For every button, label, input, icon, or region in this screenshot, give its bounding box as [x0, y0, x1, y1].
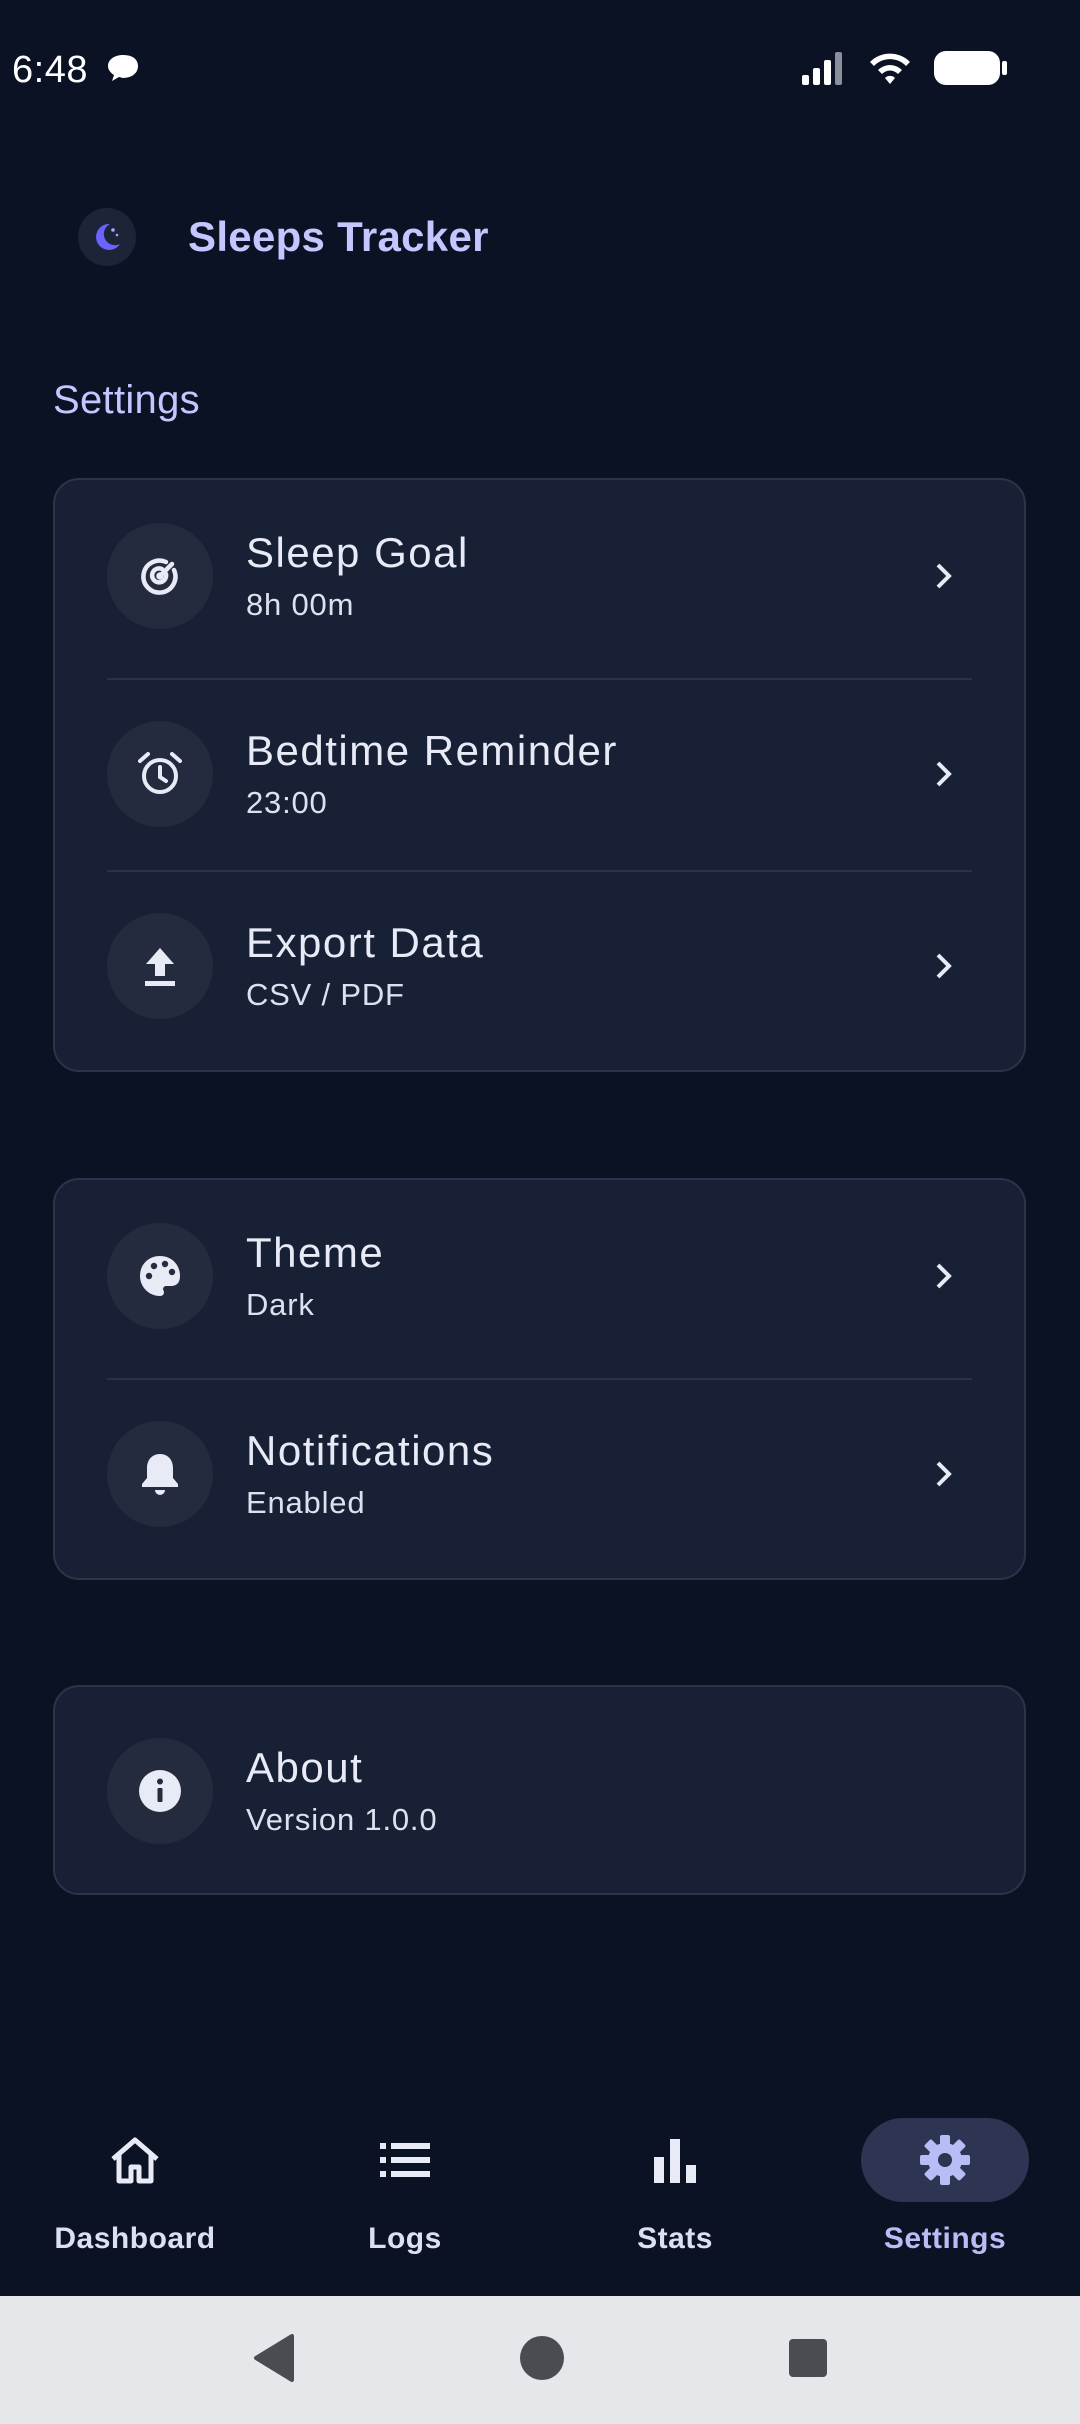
nav-label: Logs	[368, 2222, 442, 2255]
status-time: 6:48	[12, 48, 88, 91]
chat-bubble-icon	[106, 53, 140, 88]
moon-logo-icon	[78, 208, 136, 266]
bar-chart-icon	[591, 2118, 759, 2202]
nav-label: Settings	[883, 2222, 1007, 2255]
chevron-right-icon	[924, 1256, 964, 1296]
setting-title: Notifications	[246, 1427, 495, 1474]
upload-icon	[107, 913, 213, 1019]
nav-label: Dashboard	[54, 2222, 216, 2255]
home-icon	[51, 2118, 219, 2202]
setting-title: Theme	[246, 1229, 385, 1276]
gear-icon	[861, 2118, 1029, 2202]
setting-title: Bedtime Reminder	[246, 727, 618, 774]
app-title: Sleeps Tracker	[188, 213, 489, 260]
setting-value: 8h 00m	[246, 587, 355, 622]
setting-title: Sleep Goal	[246, 529, 469, 576]
setting-row-bedtime-reminder[interactable]: Bedtime Reminder 23:00	[55, 678, 1024, 870]
setting-value: Dark	[246, 1287, 315, 1322]
alarm-clock-icon	[107, 721, 213, 827]
nav-item-settings[interactable]: Settings	[815, 2118, 1075, 2256]
status-bar: 6:48	[0, 0, 1080, 140]
setting-value: CSV / PDF	[246, 977, 405, 1012]
info-icon	[107, 1738, 213, 1844]
nav-label: Stats	[637, 2222, 713, 2255]
settings-group-general: Sleep Goal 8h 00m Bedtime Reminder 23:00	[53, 478, 1026, 1072]
nav-item-dashboard[interactable]: Dashboard	[5, 2118, 265, 2256]
setting-title: About	[246, 1744, 364, 1791]
bottom-nav: Dashboard Logs Stats Settings	[0, 2098, 1080, 2298]
system-nav-bar	[0, 2296, 1080, 2424]
setting-value: Enabled	[246, 1485, 366, 1520]
setting-row-export-data[interactable]: Export Data CSV / PDF	[55, 870, 1024, 1062]
palette-icon	[107, 1223, 213, 1329]
setting-title: Export Data	[246, 919, 485, 966]
nav-item-logs[interactable]: Logs	[275, 2118, 535, 2256]
setting-row-about[interactable]: About Version 1.0.0	[55, 1695, 1024, 1887]
setting-value: 23:00	[246, 785, 328, 820]
setting-row-notifications[interactable]: Notifications Enabled	[55, 1378, 1024, 1570]
app-header: Sleeps Tracker	[78, 205, 489, 269]
setting-row-sleep-goal[interactable]: Sleep Goal 8h 00m	[55, 480, 1024, 672]
back-icon[interactable]	[252, 2333, 296, 2388]
battery-icon	[934, 50, 1008, 91]
home-circle-icon[interactable]	[519, 2335, 565, 2386]
signal-icon	[800, 51, 846, 90]
chevron-right-icon	[924, 946, 964, 986]
wifi-icon	[868, 51, 912, 90]
target-icon	[107, 523, 213, 629]
chevron-right-icon	[924, 1454, 964, 1494]
bell-icon	[107, 1421, 213, 1527]
list-icon	[321, 2118, 489, 2202]
setting-row-theme[interactable]: Theme Dark	[55, 1180, 1024, 1372]
chevron-right-icon	[924, 754, 964, 794]
page-title: Settings	[53, 378, 200, 422]
settings-group-preferences: Theme Dark Notifications Enabled	[53, 1178, 1026, 1580]
chevron-right-icon	[924, 556, 964, 596]
settings-group-about: About Version 1.0.0	[53, 1685, 1026, 1895]
recents-square-icon[interactable]	[788, 2338, 828, 2383]
nav-item-stats[interactable]: Stats	[545, 2118, 805, 2256]
setting-value: Version 1.0.0	[246, 1802, 438, 1837]
